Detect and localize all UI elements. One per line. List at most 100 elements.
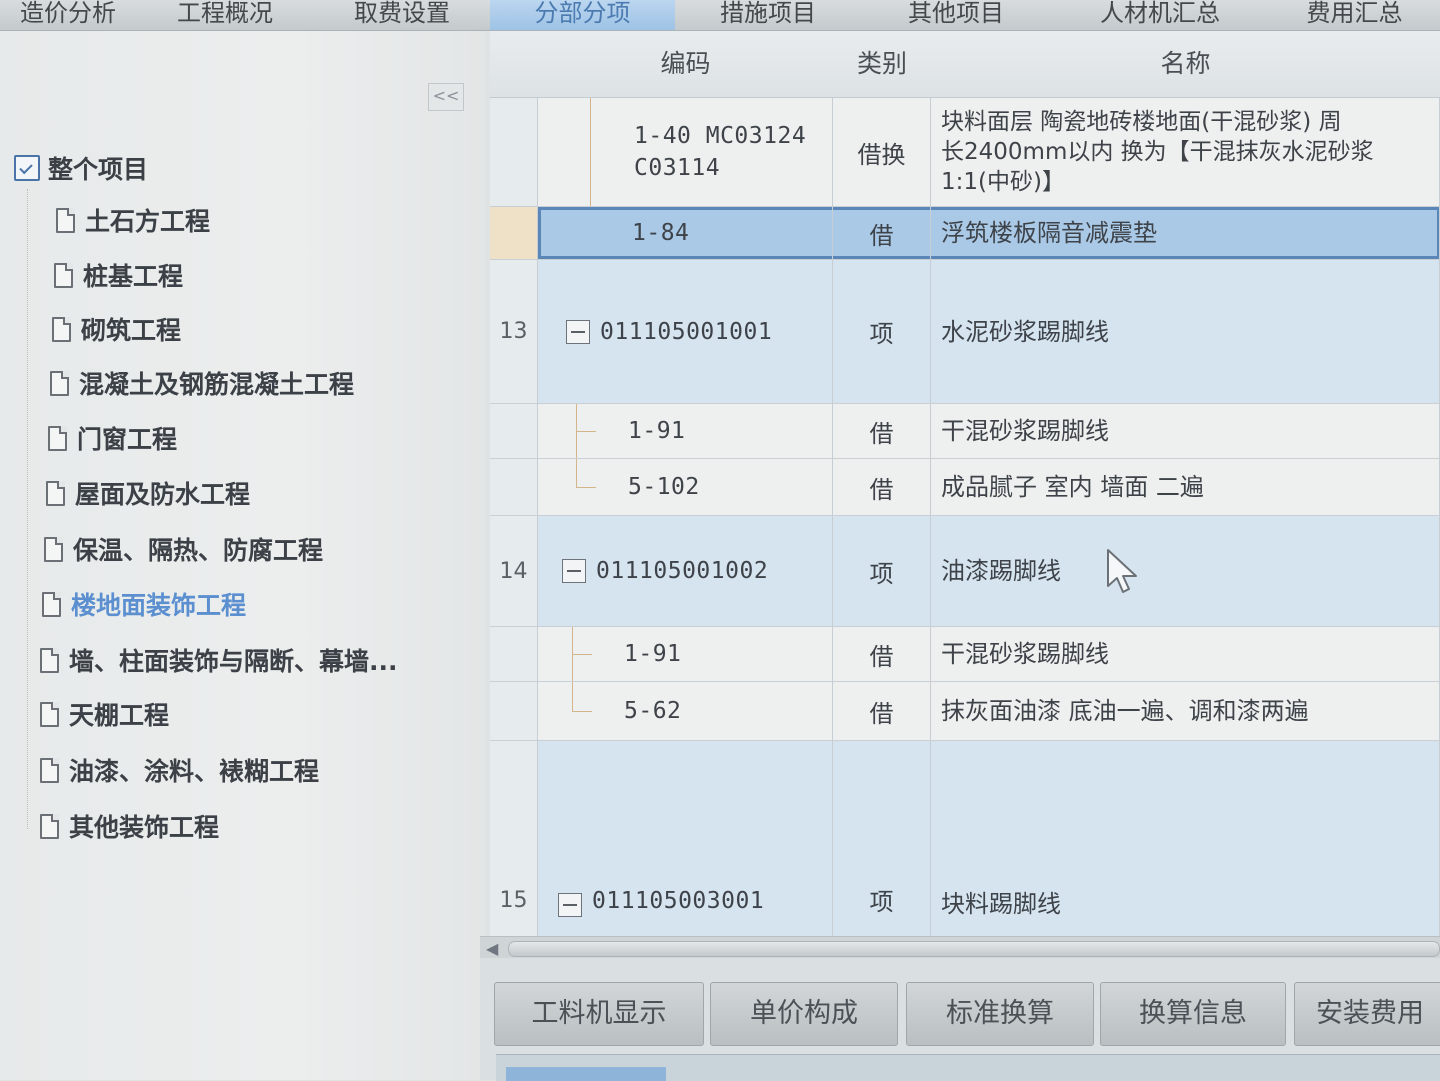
tree-item-masonry[interactable]: 砌筑工程 [52,312,181,346]
table-row[interactable]: 1-91 借 干混砂浆踢脚线 [490,404,1440,459]
row-type[interactable]: 项 [833,260,931,403]
row-code[interactable]: 1-40 MC03124 C03114 [538,98,833,206]
row-code[interactable]: 5-102 [538,459,833,515]
row-code[interactable]: 1-91 [538,404,833,458]
table-row[interactable]: 5-102 借 成品腻子 室内 墙面 二遍 [490,459,1440,516]
scroll-left-icon[interactable]: ◀ [486,939,498,958]
tab-labor-material-display[interactable]: 工料机显示 [494,982,704,1046]
row-index: 14 [490,516,538,626]
tree-item-floor-finish[interactable]: 楼地面装饰工程 [42,587,246,621]
tab-project-overview[interactable]: 工程概况 [136,0,315,30]
document-icon [44,536,63,562]
row-index [490,682,538,740]
row-index [490,98,538,206]
scrollbar-thumb[interactable] [508,941,1440,957]
row-index: 15 [490,741,538,936]
row-name[interactable]: 水泥砂浆踢脚线 [931,260,1440,403]
collapse-minus-icon[interactable] [562,559,586,583]
row-name[interactable]: 油漆踢脚线 [931,516,1440,626]
tab-labor-material-summary[interactable]: 人材机汇总 [1051,0,1270,30]
table-row[interactable]: 1-91 借 干混砂浆踢脚线 [490,627,1440,682]
row-type[interactable]: 借 [833,682,931,740]
tree-item-concrete[interactable]: 混凝土及钢筋混凝土工程 [50,366,354,400]
document-icon [42,591,61,617]
tree-item-label: 保温、隔热、防腐工程 [73,536,324,565]
row-name[interactable]: 干混砂浆踢脚线 [931,404,1440,458]
collapse-minus-icon[interactable] [566,319,590,344]
row-index [490,207,538,259]
row-type[interactable]: 借 [833,627,931,681]
tree-item-piling[interactable]: 桩基工程 [54,258,183,292]
tree-item-roofing[interactable]: 屋面及防水工程 [46,476,250,510]
collapse-panel-button[interactable]: << [428,83,464,111]
header-name[interactable]: 名称 [931,31,1440,98]
row-name[interactable]: 抹灰面油漆 底油一遍、调和漆两遍 [931,682,1440,740]
tree-item-other-decoration[interactable]: 其他装饰工程 [40,809,219,843]
tab-fee-settings[interactable]: 取费设置 [314,0,491,30]
row-type[interactable]: 项 [833,741,931,936]
tree-item-label: 屋面及防水工程 [75,480,251,509]
row-type[interactable]: 借 [833,404,931,458]
document-icon [52,316,71,342]
row-code[interactable]: 011105001002 [538,516,833,626]
document-icon [48,425,67,451]
table-row[interactable]: 1-40 MC03124 C03114 借换 块料面层 陶瓷地砖楼地面(干混砂浆… [490,98,1440,207]
tab-cost-analysis[interactable]: 造价分析 [0,0,137,30]
tab-itemized[interactable]: 分部分项 [490,0,676,30]
project-tree-panel: << 整个项目 土石方工程 桩基工程 砌筑工程 混凝土及钢筋混凝土工程 门窗工程… [0,31,485,1080]
tree-item-label: 其他装饰工程 [69,813,220,842]
tree-guide-line [27,189,28,829]
row-type[interactable]: 借 [833,459,931,515]
row-name[interactable]: 成品腻子 室内 墙面 二遍 [931,459,1440,515]
collapse-minus-icon[interactable] [558,893,582,917]
tab-other-items[interactable]: 其他项目 [861,0,1052,30]
bottom-tab-bar: 工料机显示 单价构成 标准换算 换算信息 安装费用 [480,958,1440,1081]
table-row[interactable]: 5-62 借 抹灰面油漆 底油一遍、调和漆两遍 [490,682,1440,741]
tree-item-paint[interactable]: 油漆、涂料、裱糊工程 [40,753,319,787]
row-type[interactable]: 借换 [833,98,931,206]
tree-root[interactable]: 整个项目 [14,151,148,185]
tree-item-earthwork[interactable]: 土石方工程 [56,203,210,237]
tree-item-label: 混凝土及钢筋混凝土工程 [79,370,355,399]
tab-unit-price-composition[interactable]: 单价构成 [710,982,898,1046]
tab-installation-cost[interactable]: 安装费用 [1294,982,1440,1046]
row-code[interactable]: 1-91 [538,627,833,681]
table-row-selected[interactable]: 1-84 借 浮筑楼板隔音减震垫 [490,207,1440,260]
table-row[interactable]: 14 011105001002 项 油漆踢脚线 [490,516,1440,627]
table-row[interactable]: 15 011105003001 项 块料踢脚线 [490,741,1440,936]
header-code[interactable]: 编码 [538,31,834,98]
row-type[interactable]: 项 [833,516,931,626]
table-row[interactable]: 13 011105001001 项 水泥砂浆踢脚线 [490,260,1440,404]
horizontal-scrollbar[interactable]: ◀ [480,936,1440,959]
row-code[interactable]: 011105003001 [538,741,833,936]
row-type[interactable]: 借 [833,207,931,259]
tab-fee-summary[interactable]: 费用汇总 [1269,0,1440,30]
tree-item-doors-windows[interactable]: 门窗工程 [48,421,177,455]
tree-item-insulation[interactable]: 保温、隔热、防腐工程 [44,532,323,566]
row-code[interactable]: 011105001001 [538,260,833,403]
document-icon [56,207,75,233]
row-name[interactable]: 浮筑楼板隔音减震垫 [931,207,1440,259]
tab-standard-conversion[interactable]: 标准换算 [906,982,1094,1046]
tree-item-ceiling[interactable]: 天棚工程 [40,697,169,731]
row-code[interactable]: 1-84 [538,207,833,259]
row-code-text: 1-91 [628,418,686,444]
tree-item-label: 土石方工程 [85,207,211,236]
tab-measures[interactable]: 措施项目 [675,0,862,30]
row-name[interactable]: 块料面层 陶瓷地砖楼地面(干混砂浆) 周 长2400mm以内 换为【干混抹灰水泥… [931,98,1440,206]
row-code-text: 011105003001 [592,888,765,914]
row-name[interactable]: 块料踢脚线 [931,741,1440,936]
tab-conversion-info[interactable]: 换算信息 [1100,982,1286,1046]
tree-item-wall-finish[interactable]: 墙、柱面装饰与隔断、幕墙... [40,643,398,677]
tree-item-label: 油漆、涂料、裱糊工程 [69,757,320,786]
document-icon [54,262,73,288]
row-code[interactable]: 5-62 [538,682,833,740]
tree-item-label: 桩基工程 [83,262,184,291]
bottom-pane-strip [496,1054,1440,1081]
header-type[interactable]: 类别 [833,31,932,98]
document-icon [50,370,69,396]
mouse-pointer-icon [1107,549,1137,593]
project-root-icon [14,155,40,181]
itemized-grid: 编码 类别 名称 1-40 MC03124 C03114 借换 块料面层 陶瓷地… [490,31,1440,936]
row-name[interactable]: 干混砂浆踢脚线 [931,627,1440,681]
